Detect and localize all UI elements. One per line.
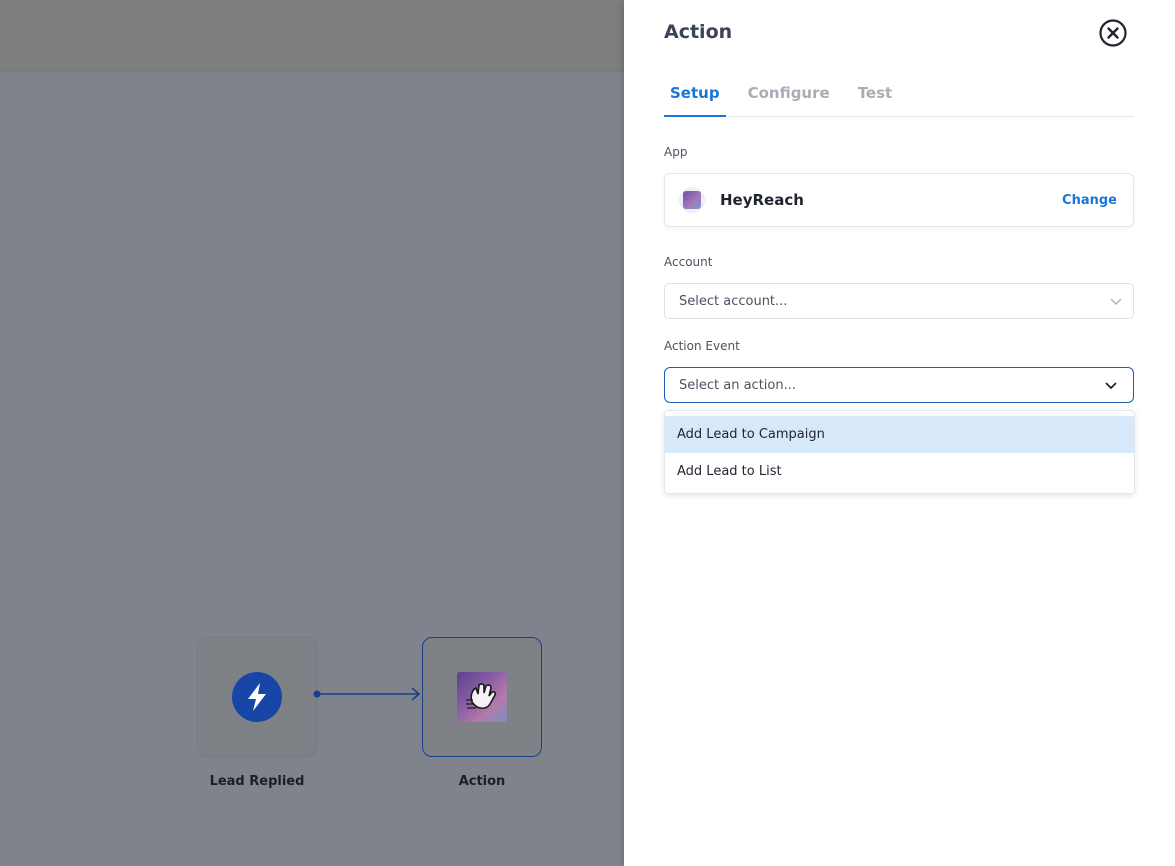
- account-field-label: Account: [664, 255, 713, 269]
- chevron-down-icon: [1105, 382, 1117, 390]
- account-select[interactable]: Select account...: [664, 283, 1134, 319]
- action-node-card[interactable]: [422, 637, 542, 757]
- heyreach-logo-icon: [457, 672, 507, 722]
- action-event-select[interactable]: Select an action...: [664, 367, 1134, 403]
- action-node-label: Action: [458, 774, 506, 789]
- close-panel-button[interactable]: [1098, 18, 1128, 48]
- account-select-placeholder: Select account...: [679, 293, 788, 309]
- action-event-select-placeholder: Select an action...: [679, 377, 796, 393]
- heyreach-app-icon: [679, 187, 705, 213]
- lightning-bolt-icon: [232, 672, 282, 722]
- node-connector-arrow: [313, 687, 421, 701]
- action-event-field-label: Action Event: [664, 339, 740, 353]
- trigger-node-card[interactable]: [197, 637, 317, 757]
- app-name: HeyReach: [720, 191, 804, 209]
- tab-configure[interactable]: Configure: [742, 80, 836, 117]
- tab-test[interactable]: Test: [852, 80, 899, 117]
- workflow-canvas: Lead Replied Action: [0, 0, 624, 866]
- tab-setup[interactable]: Setup: [664, 80, 726, 117]
- app-field-label: App: [664, 145, 688, 159]
- action-event-dropdown-menu: Add Lead to Campaign Add Lead to List: [664, 410, 1135, 494]
- dropdown-option-add-lead-to-list[interactable]: Add Lead to List: [665, 453, 1134, 490]
- selected-app-card: HeyReach Change: [664, 173, 1134, 227]
- panel-tabs: Setup Configure Test: [664, 80, 1134, 117]
- trigger-node-label: Lead Replied: [209, 774, 305, 789]
- action-settings-panel: Action Setup Configure Test App HeyReach…: [624, 0, 1175, 866]
- change-app-button[interactable]: Change: [1062, 193, 1117, 208]
- close-icon: [1099, 19, 1127, 47]
- canvas-header-bar: [0, 0, 624, 72]
- chevron-down-icon: [1110, 298, 1122, 306]
- panel-title: Action: [664, 21, 733, 43]
- dropdown-option-add-lead-to-campaign[interactable]: Add Lead to Campaign: [665, 416, 1134, 453]
